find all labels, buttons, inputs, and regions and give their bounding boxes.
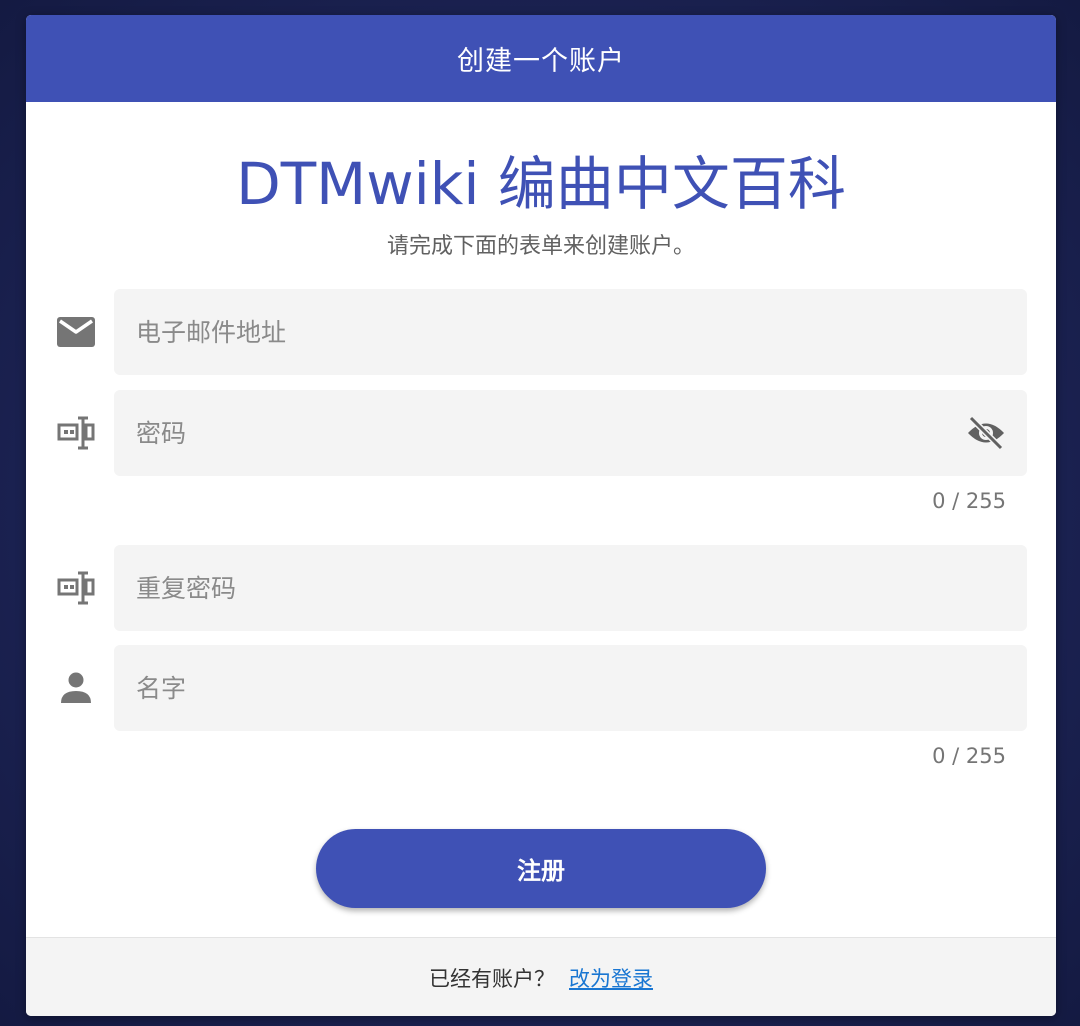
card-header: 创建一个账户: [26, 15, 1056, 102]
name-row: [26, 645, 1056, 731]
form-subtitle: 请完成下面的表单来创建账户。: [386, 234, 695, 259]
password-counter: 0 / 255: [932, 489, 1006, 513]
person-icon: [56, 670, 96, 706]
password-icon: [56, 415, 96, 451]
header-title: 创建一个账户: [457, 46, 625, 77]
name-field-box: [114, 645, 1027, 731]
password-field-box: [114, 390, 1027, 476]
name-counter: 0 / 255: [932, 744, 1006, 768]
signup-card: 创建一个账户 DTMwiki 编曲中文百科 请完成下面的表单来创建账户。 电子邮…: [26, 15, 1056, 1016]
site-title: DTMwiki 编曲中文百科: [236, 150, 846, 218]
name-input[interactable]: [136, 645, 936, 731]
login-prompt: 已经有账户？: [429, 966, 555, 991]
email-row: [26, 289, 1056, 375]
password-row: [26, 390, 1056, 476]
eye-off-icon[interactable]: [965, 414, 1007, 452]
password-input[interactable]: [136, 390, 936, 476]
mail-icon: [56, 314, 96, 350]
repeat-password-field-box: [114, 545, 1027, 631]
login-link[interactable]: 改为登录: [569, 963, 653, 993]
email-input[interactable]: [136, 289, 936, 375]
register-button[interactable]: 注册: [316, 829, 766, 908]
card-footer: 已经有账户？ 改为登录: [26, 937, 1056, 1016]
repeat-password-row: [26, 545, 1056, 631]
password-icon: [56, 570, 96, 606]
email-field-box: [114, 289, 1027, 375]
repeat-password-input[interactable]: [136, 545, 936, 631]
